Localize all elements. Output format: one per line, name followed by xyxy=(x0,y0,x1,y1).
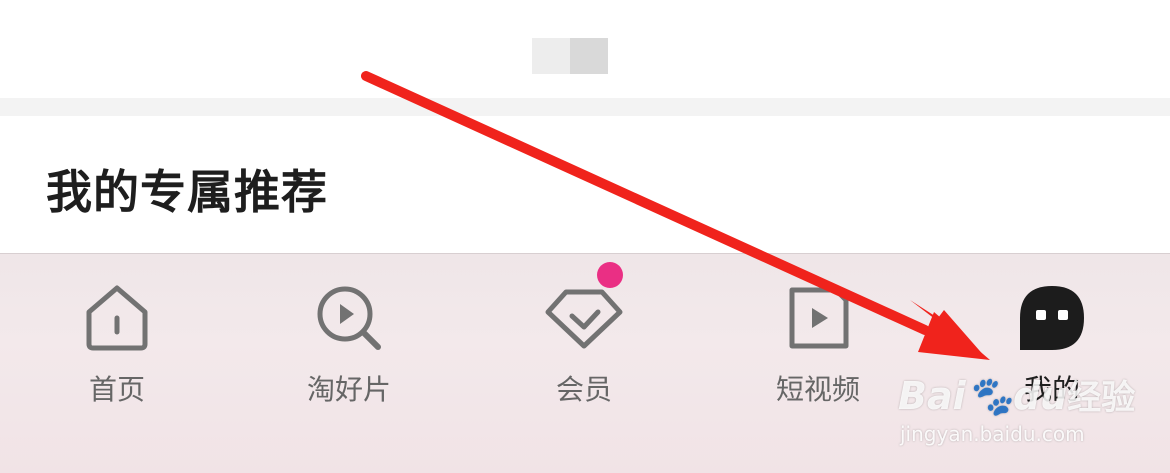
home-icon xyxy=(86,285,148,351)
tab-vip-label: 会员 xyxy=(555,373,612,406)
notification-badge xyxy=(597,262,623,288)
diamond-icon xyxy=(545,289,623,349)
bottom-tab-bar: 首页 淘好片 会员 短视频 我的 xyxy=(0,253,1170,473)
section-divider xyxy=(0,98,1170,116)
tab-me-label: 我的 xyxy=(1023,373,1080,406)
tab-me[interactable]: 我的 xyxy=(972,282,1132,412)
tab-discover-label: 淘好片 xyxy=(306,373,391,406)
tab-short-video-label: 短视频 xyxy=(775,373,860,406)
content-card-top xyxy=(0,0,1170,98)
tab-home-label: 首页 xyxy=(88,373,145,406)
tab-vip[interactable]: 会员 xyxy=(504,262,664,412)
tab-home[interactable]: 首页 xyxy=(37,282,197,412)
tab-short-video[interactable]: 短视频 xyxy=(738,282,898,412)
tab-discover[interactable]: 淘好片 xyxy=(269,282,429,412)
section-title: 我的专属推荐 xyxy=(46,165,328,219)
profile-face-icon xyxy=(1020,286,1084,350)
image-placeholder xyxy=(532,38,608,74)
search-play-icon xyxy=(317,286,381,350)
play-square-icon xyxy=(789,287,849,349)
app-screen: 我的专属推荐 首页 淘好片 会员 短视频 我的 Bai🐾du经验 jingyan… xyxy=(0,0,1170,473)
